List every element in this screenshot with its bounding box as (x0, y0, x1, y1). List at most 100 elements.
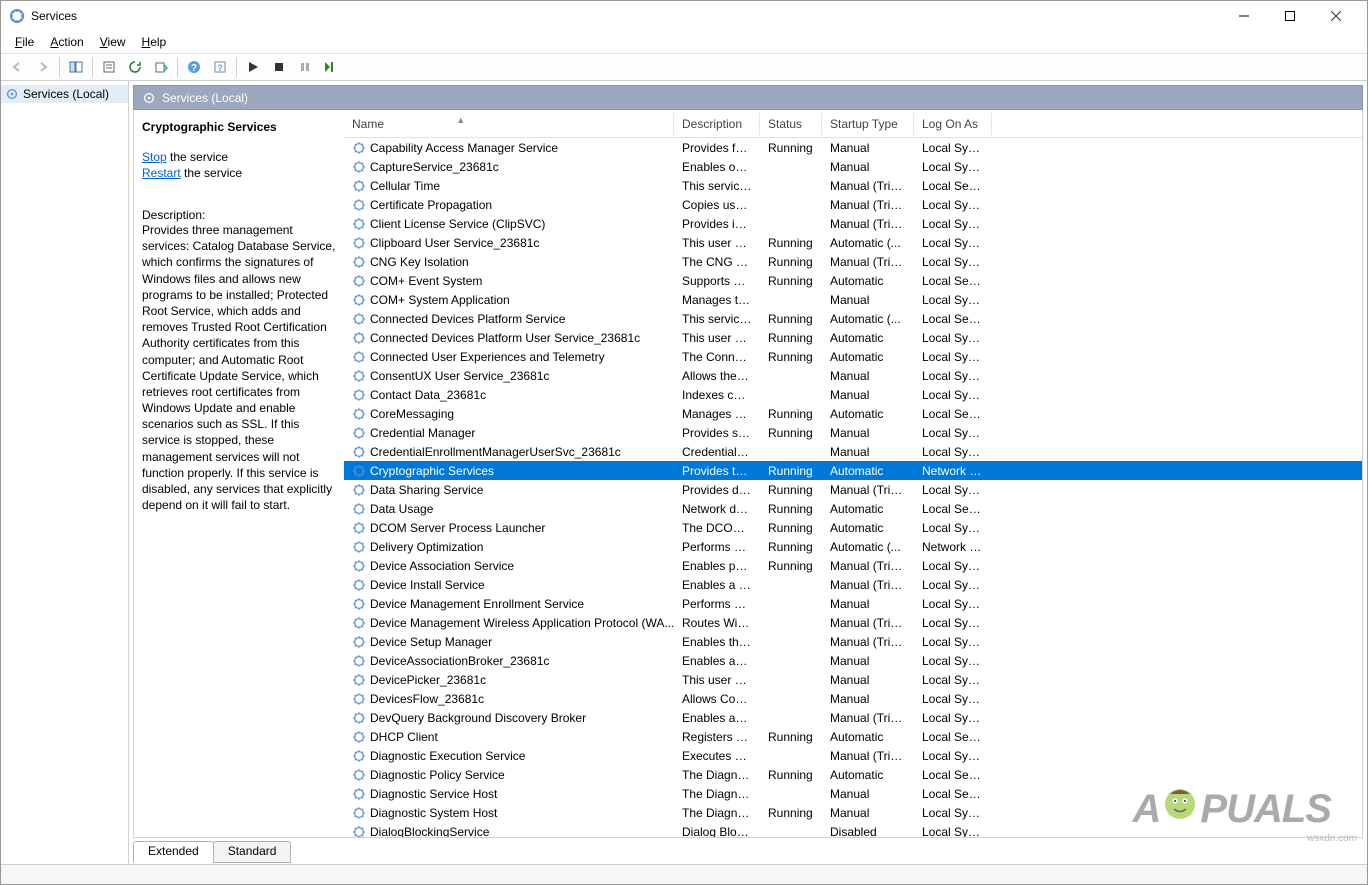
column-startup-type[interactable]: Startup Type (822, 113, 914, 135)
service-name-cell: DCOM Server Process Launcher (344, 521, 674, 535)
service-name-cell: Device Management Wireless Application P… (344, 616, 674, 630)
service-row[interactable]: Diagnostic Policy ServiceThe Diagno...Ru… (344, 765, 1362, 784)
service-row[interactable]: Certificate PropagationCopies user ...Ma… (344, 195, 1362, 214)
service-startup-cell: Manual (822, 654, 914, 668)
services-list[interactable]: Name▲ Description Status Startup Type Lo… (344, 110, 1362, 837)
service-name-cell: Diagnostic Execution Service (344, 749, 674, 763)
close-button[interactable] (1313, 1, 1359, 31)
service-row[interactable]: Device Management Wireless Application P… (344, 613, 1362, 632)
show-hide-tree-button[interactable] (64, 55, 88, 79)
service-row[interactable]: ConsentUX User Service_23681cAllows the … (344, 366, 1362, 385)
service-row[interactable]: DevicesFlow_23681cAllows Con...ManualLoc… (344, 689, 1362, 708)
service-row[interactable]: DHCP ClientRegisters an...RunningAutomat… (344, 727, 1362, 746)
service-row[interactable]: DevicePicker_23681cThis user ser...Manua… (344, 670, 1362, 689)
service-startup-cell: Manual (822, 445, 914, 459)
service-row[interactable]: Delivery OptimizationPerforms co...Runni… (344, 537, 1362, 556)
service-name-cell: Certificate Propagation (344, 198, 674, 212)
service-startup-cell: Manual (822, 597, 914, 611)
service-row[interactable]: COM+ Event SystemSupports Sy...RunningAu… (344, 271, 1362, 290)
menubar: File Action View Help (1, 31, 1367, 53)
service-row[interactable]: Client License Service (ClipSVC)Provides… (344, 214, 1362, 233)
minimize-button[interactable] (1221, 1, 1267, 31)
gear-icon (352, 331, 366, 345)
gear-icon (352, 312, 366, 326)
service-row[interactable]: CredentialEnrollmentManagerUserSvc_23681… (344, 442, 1362, 461)
service-logon-cell: Local Syste... (914, 578, 992, 592)
service-row[interactable]: Contact Data_23681cIndexes con...ManualL… (344, 385, 1362, 404)
gear-icon (352, 711, 366, 725)
service-logon-cell: Network S... (914, 464, 992, 478)
service-desc-cell: Indexes con... (674, 388, 760, 402)
stop-service-button[interactable] (267, 55, 291, 79)
stop-service-link[interactable]: Stop (142, 150, 167, 164)
service-row[interactable]: Device Setup ManagerEnables the ...Manua… (344, 632, 1362, 651)
service-logon-cell: Local Syste... (914, 141, 992, 155)
service-startup-cell: Manual (Trig... (822, 198, 914, 212)
service-row[interactable]: DeviceAssociationBroker_23681cEnables ap… (344, 651, 1362, 670)
gear-icon (352, 787, 366, 801)
pause-service-button[interactable] (293, 55, 317, 79)
menu-help[interactable]: Help (134, 33, 175, 51)
console-tree[interactable]: Services (Local) (1, 81, 129, 864)
service-status-cell: Running (760, 255, 822, 269)
service-row[interactable]: Device Install ServiceEnables a c...Manu… (344, 575, 1362, 594)
service-row[interactable]: COM+ System ApplicationManages th...Manu… (344, 290, 1362, 309)
service-status-cell: Running (760, 141, 822, 155)
service-row[interactable]: Cryptographic ServicesProvides thr...Run… (344, 461, 1362, 480)
column-description[interactable]: Description (674, 113, 760, 135)
service-row[interactable]: Cellular TimeThis service ...Manual (Tri… (344, 176, 1362, 195)
service-row[interactable]: CaptureService_23681cEnables opti...Manu… (344, 157, 1362, 176)
export-list-button[interactable] (149, 55, 173, 79)
service-row[interactable]: DevQuery Background Discovery BrokerEnab… (344, 708, 1362, 727)
start-service-button[interactable] (241, 55, 265, 79)
service-status-cell: Running (760, 559, 822, 573)
tab-standard[interactable]: Standard (213, 841, 292, 863)
menu-file[interactable]: File (7, 33, 42, 51)
restart-service-button[interactable] (319, 55, 343, 79)
service-row[interactable]: CoreMessagingManages co...RunningAutomat… (344, 404, 1362, 423)
help-topics-button[interactable]: ? (208, 55, 232, 79)
service-name-cell: DialogBlockingService (344, 825, 674, 838)
column-name[interactable]: Name▲ (344, 113, 674, 135)
menu-action[interactable]: Action (42, 33, 91, 51)
column-status[interactable]: Status (760, 113, 822, 135)
service-row[interactable]: Credential ManagerProvides se...RunningM… (344, 423, 1362, 442)
gear-icon (352, 540, 366, 554)
service-row[interactable]: Connected Devices Platform User Service_… (344, 328, 1362, 347)
service-row[interactable]: Data UsageNetwork da...RunningAutomaticL… (344, 499, 1362, 518)
service-row[interactable]: Device Association ServiceEnables pair..… (344, 556, 1362, 575)
service-row[interactable]: Diagnostic Execution ServiceExecutes di.… (344, 746, 1362, 765)
help-button[interactable]: ? (182, 55, 206, 79)
back-button[interactable] (5, 55, 29, 79)
service-startup-cell: Manual (Trig... (822, 616, 914, 630)
service-row[interactable]: DialogBlockingServiceDialog Bloc...Disab… (344, 822, 1362, 837)
service-desc-cell: Executes di... (674, 749, 760, 763)
service-row[interactable]: Capability Access Manager ServiceProvide… (344, 138, 1362, 157)
column-logon-as[interactable]: Log On As (914, 113, 992, 135)
service-row[interactable]: Clipboard User Service_23681cThis user s… (344, 233, 1362, 252)
menu-view[interactable]: View (92, 33, 134, 51)
forward-button[interactable] (31, 55, 55, 79)
service-row[interactable]: Connected User Experiences and Telemetry… (344, 347, 1362, 366)
service-row[interactable]: Connected Devices Platform ServiceThis s… (344, 309, 1362, 328)
refresh-button[interactable] (123, 55, 147, 79)
service-row[interactable]: Diagnostic System HostThe Diagno...Runni… (344, 803, 1362, 822)
gear-icon (352, 616, 366, 630)
service-logon-cell: Local Service (914, 179, 992, 193)
service-startup-cell: Manual (822, 369, 914, 383)
service-row[interactable]: Diagnostic Service HostThe Diagno...Manu… (344, 784, 1362, 803)
service-desc-cell: Manages co... (674, 407, 760, 421)
service-row[interactable]: DCOM Server Process LauncherThe DCOML...… (344, 518, 1362, 537)
service-row[interactable]: CNG Key IsolationThe CNG ke...RunningMan… (344, 252, 1362, 271)
service-startup-cell: Automatic (822, 521, 914, 535)
service-name-cell: Diagnostic Policy Service (344, 768, 674, 782)
tab-extended[interactable]: Extended (133, 841, 214, 863)
maximize-button[interactable] (1267, 1, 1313, 31)
restart-service-link[interactable]: Restart (142, 166, 181, 180)
service-row[interactable]: Data Sharing ServiceProvides da...Runnin… (344, 480, 1362, 499)
service-row[interactable]: Device Management Enrollment ServicePerf… (344, 594, 1362, 613)
tree-item-services-local[interactable]: Services (Local) (1, 85, 128, 103)
service-name-cell: DevicePicker_23681c (344, 673, 674, 687)
service-status-cell: Running (760, 350, 822, 364)
properties-button[interactable] (97, 55, 121, 79)
